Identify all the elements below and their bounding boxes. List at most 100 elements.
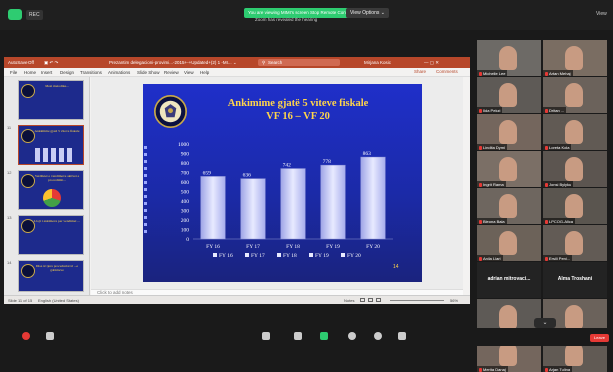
view-button[interactable]: View [596,11,607,17]
thumbnail-number: 11 [7,125,12,130]
avatar [499,157,517,181]
tab-transitions[interactable]: Transitions [80,70,102,75]
participant-tile[interactable]: Ersili Peni... [543,225,607,261]
mic-off-icon[interactable] [22,332,30,340]
participant-tile[interactable]: Michelle Lee [477,40,541,76]
avatar [499,46,517,70]
data-label: 659 [203,170,212,176]
zoom-level[interactable]: 56% [450,298,458,303]
user-name[interactable]: Mirjana Kosic [364,60,391,65]
normal-view-icon[interactable] [360,298,365,302]
mic-off-icon [479,219,482,224]
participant-tile[interactable]: Ingrit Rama [477,151,541,187]
slide-number: 14 [393,264,399,270]
mic-off-icon [479,182,482,187]
save-icon[interactable]: ▣ ↶ ↷ [44,60,58,66]
slide-thumbnail[interactable]: Mesi metodike... [18,80,84,120]
tab-animations[interactable]: Animations [108,70,130,75]
chevron-down-icon[interactable]: ⌄ [534,318,556,328]
autosave-state[interactable]: Off [28,60,34,65]
leave-button[interactable]: Leave [590,334,609,342]
search-placeholder: Search [268,60,283,65]
reading-view-icon[interactable] [376,298,381,302]
participant-name: Anila Llari [477,255,503,261]
avatar [565,120,583,144]
thumbnail-title: Ankimime gjatë 5 viteve fiskale [34,129,80,133]
y-tick-label: 100 [181,228,190,234]
avatar [565,83,583,107]
mic-off-icon [545,108,548,113]
file-name: Prezantim delegacioni-provimi...-2015+-+… [109,60,237,65]
participant-name: Jonsi Bylyku [543,181,574,187]
chat-icon[interactable] [294,332,302,340]
slide-counter: Slide 11 of 15 [8,298,33,303]
comments-button[interactable]: Comments [436,69,458,74]
search-box[interactable]: ⚲ Search [258,59,340,66]
zoom-slider[interactable] [390,300,444,301]
thumbnail-title: Disa të tjera proceduriat të ...e gabime… [35,264,79,272]
x-tick-label: FY 17 [246,244,260,250]
participant-tile[interactable]: Artan Mehaj [543,40,607,76]
apps-icon[interactable] [398,332,406,340]
tab-insert[interactable]: Insert [41,70,52,75]
view-options-button[interactable]: View Options ⌄ [346,8,389,18]
notes-toggle[interactable]: Notes [344,298,354,303]
slide[interactable]: Ankimime gjatë 5 viteve fiskale VF 16 – … [143,84,422,282]
language-indicator[interactable]: English (United States) [38,298,79,303]
zoom-shield-icon[interactable] [8,9,22,20]
avatar [499,120,517,144]
participant-tile[interactable]: Ilda Pekzi [477,77,541,113]
autosave-label[interactable]: AutoSave [8,60,28,65]
legend-label: FY 19 [315,253,329,259]
tab-help[interactable]: Help [200,70,209,75]
participant-name: LPCOG-Alica [543,218,576,224]
mic-off-icon [479,71,482,76]
share-screen-icon[interactable] [320,332,328,340]
y-tick-label: 900 [181,152,190,158]
recording-badge: REC [26,10,43,20]
tab-home[interactable]: Home [24,70,36,75]
window-controls[interactable]: — ▢ ✕ [424,60,439,66]
participant-name: Ilda Pekzi [477,107,503,113]
tab-review[interactable]: Review [164,70,179,75]
participant-tile[interactable]: Anila Llari [477,225,541,261]
tab-file[interactable]: File [10,70,17,75]
participant-tile[interactable]: LPCOG-Alica [543,188,607,224]
slide-thumbnail[interactable]: Disa të tjera proceduriat të ...e gabime… [18,260,84,292]
sorter-view-icon[interactable] [368,298,373,302]
zoom-toolbar: Leave [0,328,613,346]
tab-design[interactable]: Design [60,70,74,75]
participant-tile[interactable]: Jonsi Bylyku [543,151,607,187]
participant-tile[interactable]: Loreta Kola [543,114,607,150]
slide-thumbnail[interactable]: Lloji i ankimeve per vendimet ... [18,215,84,255]
participant-tile[interactable]: Bleona Bala [477,188,541,224]
avatar [499,305,517,329]
x-tick-label: FY 18 [286,244,300,250]
participant-name: Alma Troshani [557,276,593,282]
participant-name: Bleona Bala [477,218,507,224]
y-tick-label: 400 [181,199,190,205]
participant-tile[interactable]: Dritan ... [543,77,607,113]
avatar [499,83,517,107]
slide-thumbnail[interactable]: Verdiktet e vendimeve aktivet e procedim… [18,170,84,210]
record-icon[interactable] [348,332,356,340]
participant-tile[interactable]: Alma Troshani [543,262,607,298]
legend-label: FY 18 [283,253,297,259]
participants-icon[interactable] [262,332,270,340]
reactions-icon[interactable] [374,332,382,340]
tab-view[interactable]: View [184,70,194,75]
video-icon[interactable] [46,332,54,340]
avatar [499,231,517,255]
participant-tile[interactable]: Lindita Dymi [477,114,541,150]
slide-thumbnail-active[interactable]: Ankimime gjatë 5 viteve fiskale [18,125,84,165]
thumbnail-number: 13 [7,215,12,220]
slide-thumbnail-panel[interactable]: Mesi metodike... 11 Ankimime gjatë 5 vit… [4,77,90,295]
participant-name: Arjan Tulina [543,366,573,372]
mic-off-icon [545,367,548,372]
y-tick-label: 300 [181,209,190,215]
participant-name: Merita Danaj [477,366,508,372]
avatar [499,194,517,218]
tab-slide-show[interactable]: Slide Show [137,70,160,75]
participant-tile[interactable]: adrian mitrovaci... [477,262,541,298]
share-button[interactable]: Share [414,69,426,74]
